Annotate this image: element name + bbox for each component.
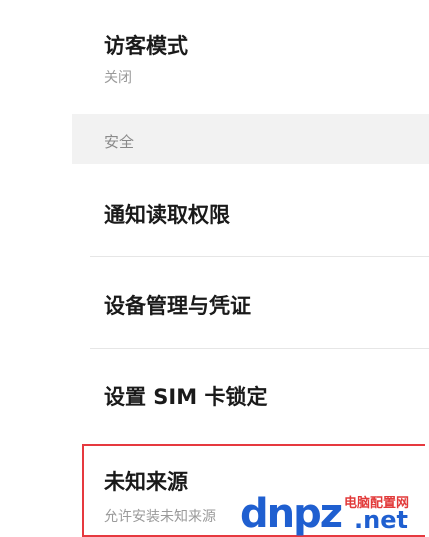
watermark-logo: dnpz 电脑配置网 .net (240, 492, 429, 536)
guest-mode-item[interactable]: 访客模式 关闭 (0, 0, 429, 114)
watermark-brand: dnpz (240, 491, 343, 537)
watermark-tld: .net (354, 506, 408, 534)
guest-mode-status: 关闭 (104, 70, 132, 86)
device-admin-title: 设备管理与凭证 (104, 294, 251, 318)
notification-access-title: 通知读取权限 (104, 203, 230, 227)
notification-access-item[interactable]: 通知读取权限 (0, 164, 429, 256)
device-admin-item[interactable]: 设备管理与凭证 (0, 257, 429, 348)
sim-lock-item[interactable]: 设置 SIM 卡锁定 (0, 349, 429, 439)
security-section-label: 安全 (104, 133, 135, 151)
sim-lock-title: 设置 SIM 卡锁定 (104, 385, 268, 409)
guest-mode-title: 访客模式 (104, 34, 188, 58)
